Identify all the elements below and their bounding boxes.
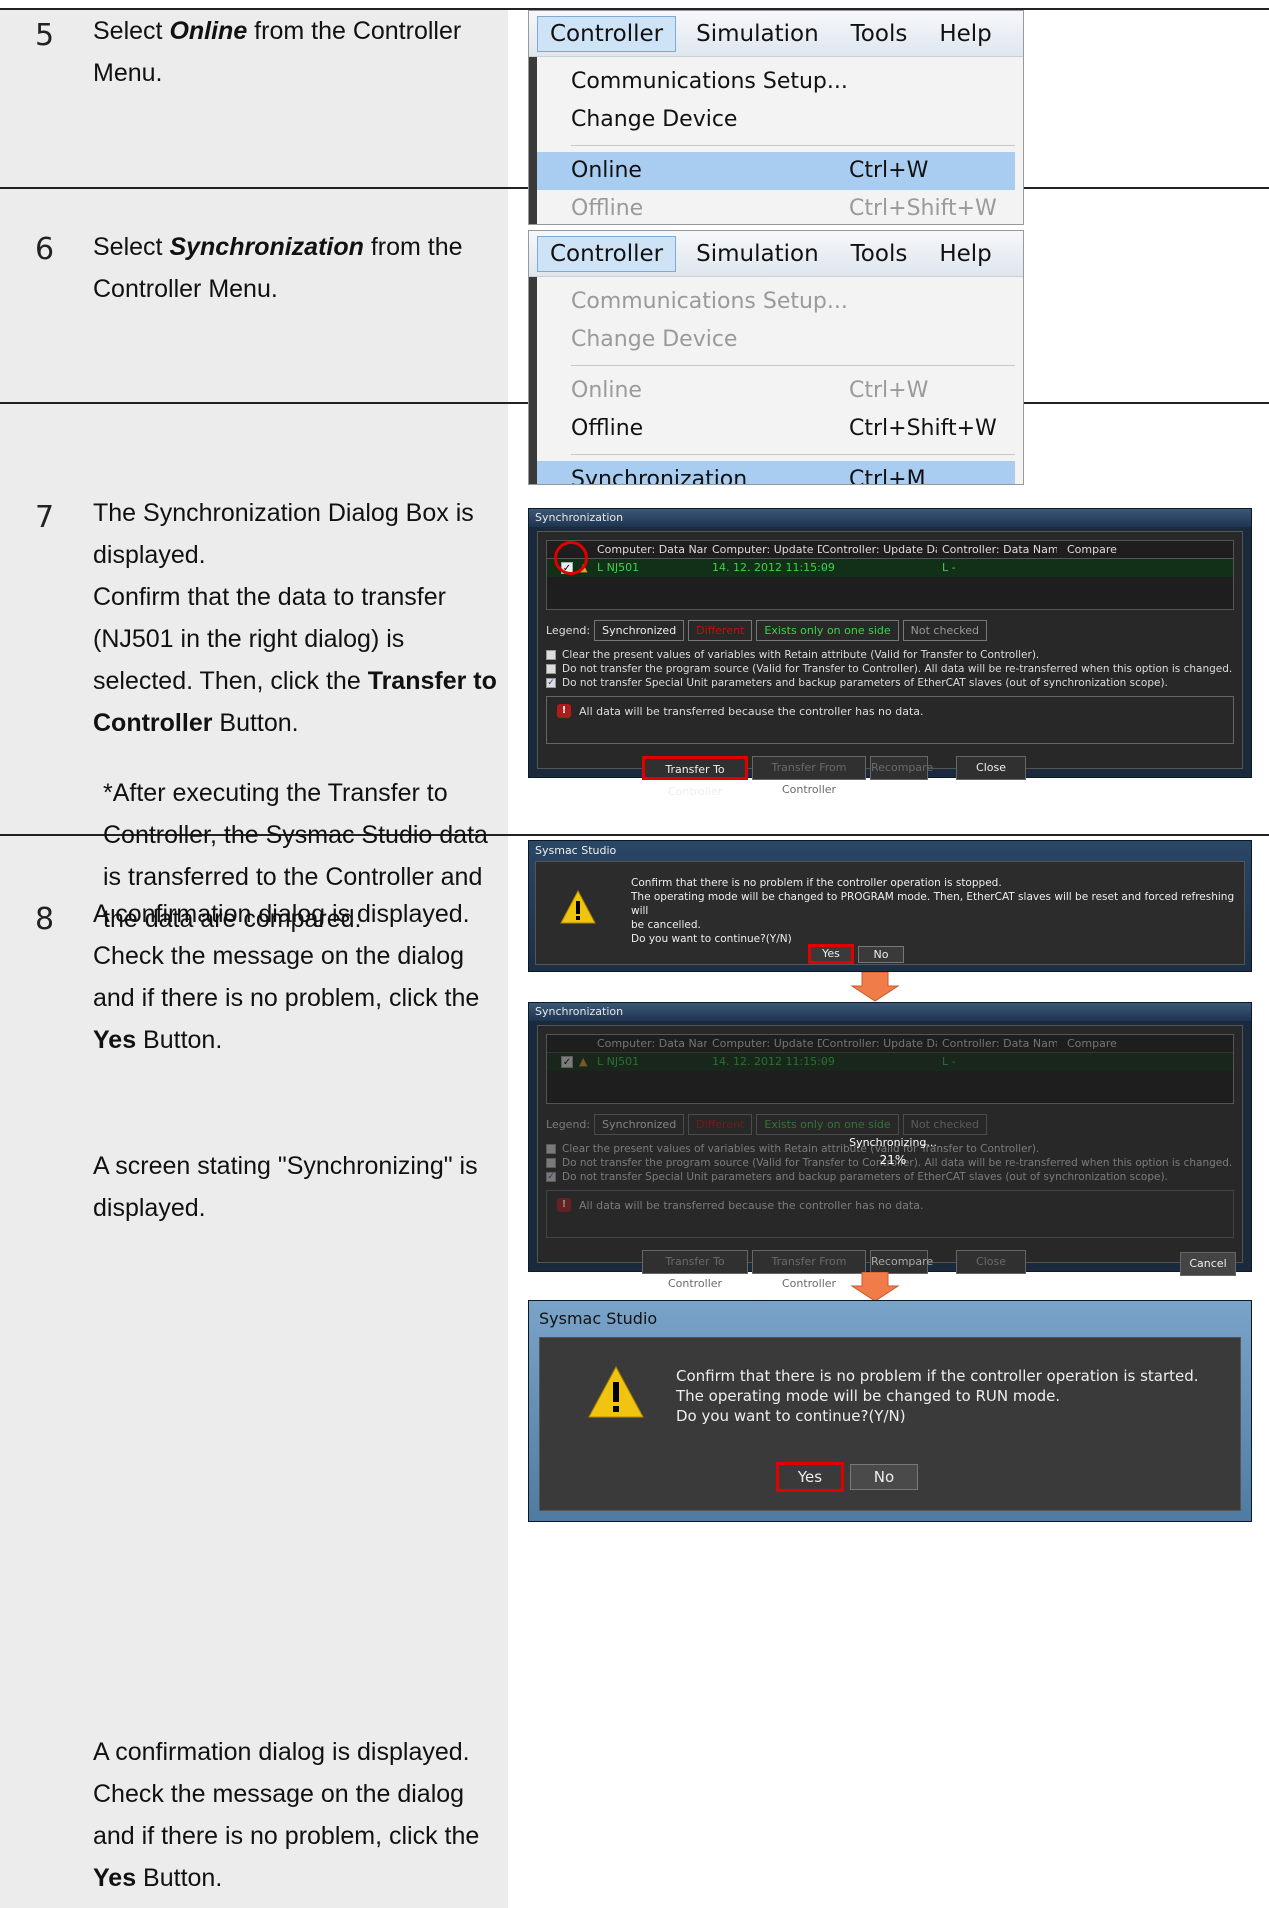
- step-5-number: 5: [35, 18, 55, 53]
- legend: Legend: Synchronized Different Exists on…: [546, 1114, 991, 1135]
- close-button[interactable]: Close: [956, 756, 1026, 780]
- table-row[interactable]: ✓ ▲ L NJ501 14. 12. 2012 11:15:09 - L -: [547, 559, 1233, 577]
- sync-table: Computer: Data Name Computer: Update Da …: [546, 540, 1234, 610]
- warning-icon: [588, 1366, 644, 1418]
- menu-simulation[interactable]: Simulation: [684, 237, 831, 271]
- transfer-to-controller-button: Transfer To Controller: [642, 1250, 748, 1290]
- step-6-number: 6: [35, 232, 55, 267]
- cancel-button[interactable]: Cancel: [1180, 1252, 1236, 1276]
- col-computer-data-name: Computer: Data Name: [597, 543, 707, 556]
- confirm-message: Confirm that there is no problem if the …: [676, 1367, 1199, 1425]
- step-7-number: 7: [35, 500, 55, 535]
- menu-bar: Controller Simulation Tools Help: [529, 11, 1023, 57]
- menu-item-offline: Offline Ctrl+Shift+W: [571, 196, 997, 221]
- warning-icon: [560, 890, 596, 924]
- controller-menu-online: Controller Simulation Tools Help Communi…: [528, 10, 1024, 225]
- synchronizing-dialog: Synchronization Computer: Data Name Comp…: [528, 1002, 1252, 1290]
- menu-item-online[interactable]: Online Ctrl+W: [537, 152, 1015, 190]
- step-6-text: Select Synchronization from the Controll…: [93, 233, 463, 303]
- confirm-message: Confirm that there is no problem if the …: [631, 877, 1235, 945]
- message-box: ! All data will be transferred because t…: [546, 696, 1234, 744]
- step-5-text: Select Online from the Controller Menu.: [93, 17, 462, 87]
- col-compare: Compare: [1067, 543, 1117, 556]
- transfer-to-controller-button[interactable]: Transfer To Controller: [642, 756, 748, 798]
- message-box: ! All data will be transferred because t…: [546, 1190, 1234, 1238]
- table-row: ✓ ▲ L NJ501 14. 12. 2012 11:15:09 - L -: [547, 1053, 1233, 1071]
- error-icon: !: [557, 1198, 571, 1212]
- sync-table: Computer: Data Name Computer: Update Da …: [546, 1034, 1234, 1104]
- menu-item-communications-setup[interactable]: Communications Setup...: [529, 63, 1023, 101]
- no-button[interactable]: No: [858, 946, 904, 963]
- dialog-title: Synchronization: [529, 1003, 1251, 1021]
- down-arrow-icon: [850, 972, 900, 1002]
- confirm-stop-dialog: Sysmac Studio Confirm that there is no p…: [528, 840, 1252, 972]
- menu-item-change-device: Change Device: [571, 327, 738, 352]
- dialog-title: Synchronization: [529, 509, 1251, 527]
- menu-item-online: Online Ctrl+W: [571, 378, 929, 403]
- menu-item-communications-setup: Communications Setup...: [571, 289, 848, 314]
- recompare-button: Recompare: [870, 1250, 933, 1274]
- menu-controller[interactable]: Controller: [537, 15, 677, 52]
- menu-item-offline[interactable]: Offline Ctrl+Shift+W: [529, 410, 1023, 448]
- down-arrow-icon: [850, 1272, 900, 1302]
- menu-simulation[interactable]: Simulation: [684, 17, 831, 51]
- options: Clear the present values of variables wi…: [546, 648, 1232, 690]
- col-computer-update: Computer: Update Da: [712, 543, 822, 556]
- menu-item-change-device[interactable]: Change Device: [529, 101, 1023, 139]
- yes-button[interactable]: Yes: [776, 1462, 844, 1492]
- menu-bar: Controller Simulation Tools Help: [529, 231, 1023, 277]
- no-button[interactable]: No: [850, 1464, 918, 1490]
- close-button: Close: [956, 1250, 1026, 1274]
- dialog-title: Sysmac Studio: [535, 844, 617, 857]
- dialog-title: Sysmac Studio: [539, 1309, 658, 1328]
- yes-button[interactable]: Yes: [808, 944, 854, 964]
- col-controller-update: Controller: Update Da: [822, 543, 937, 556]
- menu-item-synchronization[interactable]: Synchronization Ctrl+M: [537, 461, 1015, 484]
- warning-icon: ▲: [579, 1055, 588, 1068]
- transfer-from-controller-button[interactable]: Transfer From Controller: [752, 756, 866, 796]
- synchronizing-indicator: Synchronizing... 21%: [838, 1136, 948, 1167]
- step-8-text-2: A screen stating "Synchronizing" is disp…: [93, 1152, 478, 1222]
- progress-percent: 21%: [879, 1153, 907, 1167]
- col-controller-data-name: Controller: Data Name: [942, 543, 1057, 556]
- step-8-number: 8: [35, 902, 55, 937]
- option-no-program-source[interactable]: Do not transfer the program source (Vali…: [546, 662, 1232, 676]
- transfer-from-controller-button: Transfer From Controller: [752, 1250, 866, 1290]
- menu-tools[interactable]: Tools: [839, 17, 920, 51]
- controller-menu-sync: Controller Simulation Tools Help Communi…: [528, 230, 1024, 485]
- menu-controller[interactable]: Controller: [537, 235, 677, 272]
- synchronization-dialog: Synchronization Computer: Data Name Comp…: [528, 508, 1252, 798]
- selection-highlight-circle: [554, 541, 588, 575]
- option-clear-retain[interactable]: Clear the present values of variables wi…: [546, 648, 1232, 662]
- row-checkbox: ✓: [561, 1056, 573, 1068]
- menu-help[interactable]: Help: [927, 237, 1003, 271]
- option-no-special-unit[interactable]: ✓ Do not transfer Special Unit parameters…: [546, 676, 1232, 690]
- confirm-start-dialog: Sysmac Studio Confirm that there is no p…: [528, 1300, 1252, 1522]
- step-8-text-3: A confirmation dialog is displayed. Chec…: [93, 1738, 480, 1892]
- error-icon: !: [557, 704, 571, 718]
- menu-tools[interactable]: Tools: [839, 237, 920, 271]
- recompare-button[interactable]: Recompare: [870, 756, 933, 780]
- step-7-text: The Synchronization Dialog Box is displa…: [93, 492, 503, 940]
- step-8-text-1: A confirmation dialog is displayed. Chec…: [93, 900, 480, 1054]
- menu-help[interactable]: Help: [927, 17, 1003, 51]
- legend: Legend: Synchronized Different Exists on…: [546, 620, 991, 641]
